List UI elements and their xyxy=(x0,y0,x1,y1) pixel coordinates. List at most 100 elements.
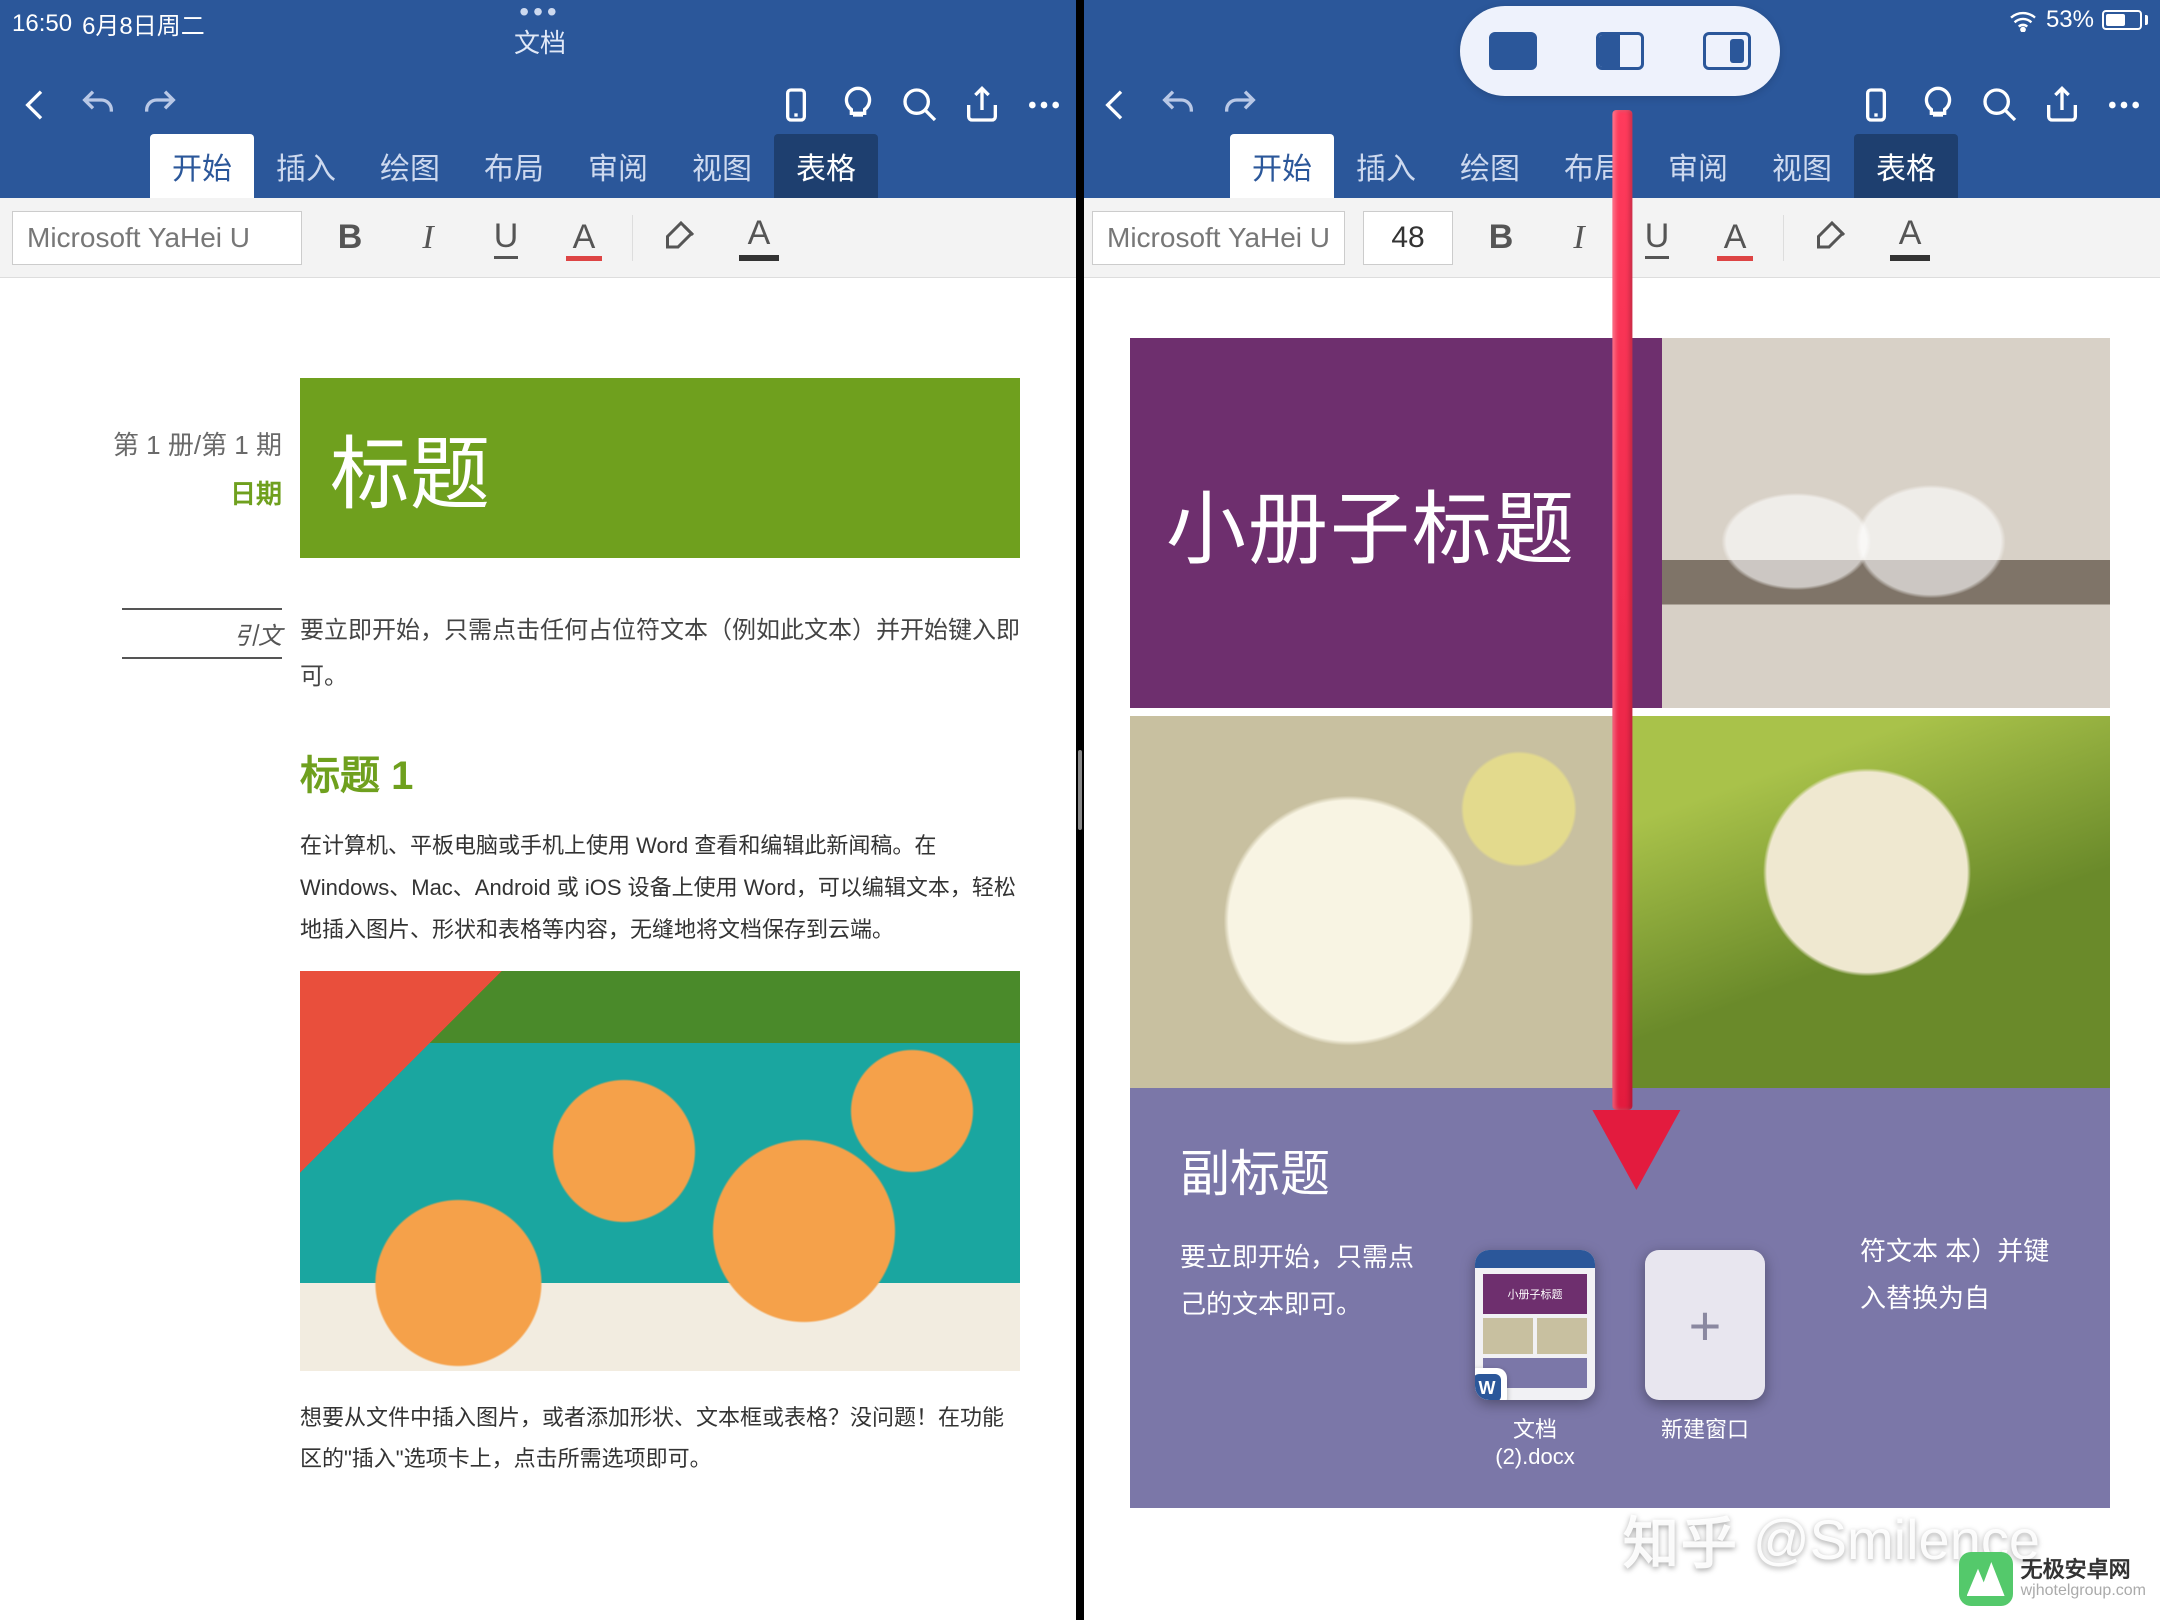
gallery-image-pasta[interactable] xyxy=(1130,708,1616,1088)
font-color-button[interactable]: A xyxy=(554,211,614,265)
back-button[interactable] xyxy=(8,77,64,133)
brochure-title[interactable]: 小册子标题 xyxy=(1166,465,1576,581)
title-block[interactable]: 标题 xyxy=(300,378,1020,558)
heading-1[interactable]: 标题 1 xyxy=(300,743,1020,801)
dock-thumb-label-2: (2).docx xyxy=(1470,1444,1600,1470)
date-label[interactable]: 日期 xyxy=(230,474,282,511)
mobile-view-button[interactable] xyxy=(1848,77,1904,133)
wifi-icon xyxy=(2008,8,2038,32)
mt-splitview-icon[interactable] xyxy=(1596,32,1644,70)
wuji-logo-icon xyxy=(1959,1552,2013,1606)
toolbar-divider xyxy=(1783,215,1784,261)
tips-button[interactable] xyxy=(1910,77,1966,133)
nav-toolbar xyxy=(0,72,1080,138)
tab-table[interactable]: 表格 xyxy=(1854,134,1958,198)
dock-thumb-label-1: 文档 xyxy=(1470,1412,1600,1444)
status-time: 16:50 xyxy=(12,10,72,38)
divider-handle-icon[interactable] xyxy=(1078,750,1082,830)
ribbon-tabs-right: 开始 插入 绘图 布局 审阅 视图 表格 xyxy=(1080,138,2160,198)
tab-table[interactable]: 表格 xyxy=(774,134,878,198)
search-button[interactable] xyxy=(892,77,948,133)
underline-button[interactable]: U xyxy=(1627,211,1687,265)
tab-draw[interactable]: 绘图 xyxy=(1438,134,1542,198)
share-button[interactable] xyxy=(954,77,1010,133)
tab-review[interactable]: 审阅 xyxy=(1646,134,1750,198)
right-app-pane: 53% 开始 插入 绘图 布局 审阅 视图 表格 Microsoft YaHei… xyxy=(1080,0,2160,1620)
undo-button[interactable] xyxy=(70,77,126,133)
left-app-pane: 16:50 6月8日周二 ••• 文档 开始 插入 绘图 布局 审阅 视图 表格… xyxy=(0,0,1080,1620)
word-app-badge-icon: W xyxy=(1475,1368,1507,1400)
redo-button[interactable] xyxy=(132,77,188,133)
tab-draw[interactable]: 绘图 xyxy=(358,134,462,198)
content-image-apricots[interactable] xyxy=(300,971,1020,1371)
tab-view[interactable]: 视图 xyxy=(1750,134,1854,198)
tab-layout[interactable]: 布局 xyxy=(1542,134,1646,198)
back-button[interactable] xyxy=(1088,77,1144,133)
quote-label[interactable]: 引文 xyxy=(122,608,282,659)
split-view-divider[interactable] xyxy=(1076,0,1084,1620)
body-para-2[interactable]: 想要从文件中插入图片，或者添加形状、文本框或表格？没问题！在功能区的"插入"选项… xyxy=(300,1397,1020,1481)
undo-button[interactable] xyxy=(1150,77,1206,133)
title-text[interactable]: 标题 xyxy=(330,410,490,526)
italic-button[interactable]: I xyxy=(1549,211,1609,265)
search-button[interactable] xyxy=(1972,77,2028,133)
tips-button[interactable] xyxy=(830,77,886,133)
font-family-select[interactable]: Microsoft YaHei U xyxy=(12,211,302,265)
tab-layout[interactable]: 布局 xyxy=(462,134,566,198)
underline-button[interactable]: U xyxy=(476,211,536,265)
bold-button[interactable]: B xyxy=(320,211,380,265)
more-button[interactable] xyxy=(2096,77,2152,133)
quote-text[interactable]: 要立即开始，只需点击任何占位符文本（例如此文本）并开始键入即可。 xyxy=(300,608,1020,699)
menu-dots-icon[interactable]: ••• xyxy=(514,4,566,21)
tab-review[interactable]: 审阅 xyxy=(566,134,670,198)
text-style-button[interactable]: A xyxy=(729,211,789,265)
tab-home[interactable]: 开始 xyxy=(1230,134,1334,198)
ribbon-tabs: 开始 插入 绘图 布局 审阅 视图 表格 xyxy=(0,138,1080,198)
document-canvas-right[interactable]: 小册子标题 副标题 要立即开始，只需点 己的文本即可。 符文本 本）并键入替换为… xyxy=(1080,278,2160,1620)
redo-button[interactable] xyxy=(1212,77,1268,133)
dock-thumb-document[interactable]: 小册子标题 W 文档 (2).docx xyxy=(1470,1250,1600,1470)
multitask-control[interactable] xyxy=(1460,6,1780,96)
subtitle-block[interactable]: 副标题 要立即开始，只需点 己的文本即可。 符文本 本）并键入替换为自 小册子标… xyxy=(1130,1088,2110,1508)
more-button[interactable] xyxy=(1016,77,1072,133)
mt-fullscreen-icon[interactable] xyxy=(1489,32,1537,70)
hero-image-glasses[interactable] xyxy=(1662,338,2110,708)
tab-view[interactable]: 视图 xyxy=(670,134,774,198)
document-title-area[interactable]: ••• 文档 xyxy=(514,4,566,60)
font-size-select[interactable]: 48 xyxy=(1363,211,1453,265)
text-style-button[interactable]: A xyxy=(1880,211,1940,265)
font-family-select[interactable]: Microsoft YaHei U xyxy=(1092,211,1345,265)
sub-body-1a[interactable]: 要立即开始，只需点 xyxy=(1180,1242,1414,1272)
wuji-name: 无极安卓网 xyxy=(2021,1557,2146,1582)
body-para-1[interactable]: 在计算机、平板电脑或手机上使用 Word 查看和编辑此新闻稿。在 Windows… xyxy=(300,825,1020,950)
issue-number[interactable]: 第 1 册/第 1 期 xyxy=(113,425,282,462)
sub-body-2a[interactable]: 符文本 xyxy=(1860,1236,1938,1266)
toolbar-divider xyxy=(632,215,633,261)
highlight-button[interactable] xyxy=(651,211,711,265)
format-toolbar: Microsoft YaHei U B I U A A xyxy=(0,198,1080,278)
gallery-image-salad[interactable] xyxy=(1616,708,2110,1088)
mobile-view-button[interactable] xyxy=(768,77,824,133)
font-color-button[interactable]: A xyxy=(1705,211,1765,265)
bold-button[interactable]: B xyxy=(1471,211,1531,265)
share-button[interactable] xyxy=(2034,77,2090,133)
tab-insert[interactable]: 插入 xyxy=(254,134,358,198)
watermark-wuji: 无极安卓网 wjhotelgroup.com xyxy=(1959,1552,2146,1606)
document-canvas[interactable]: 第 1 册/第 1 期 日期 标题 引文 要立即开始，只需点击任何占位符文本（例… xyxy=(0,278,1080,1620)
italic-button[interactable]: I xyxy=(398,211,458,265)
status-bar: 16:50 6月8日周二 ••• 文档 xyxy=(0,0,1080,72)
tab-home[interactable]: 开始 xyxy=(150,134,254,198)
wuji-url: wjhotelgroup.com xyxy=(2021,1582,2146,1600)
mt-slideover-icon[interactable] xyxy=(1703,32,1751,70)
brochure-title-block[interactable]: 小册子标题 xyxy=(1130,338,1662,708)
format-toolbar-right: Microsoft YaHei U 48 B I U A A xyxy=(1080,198,2160,278)
dock-new-label: 新建窗口 xyxy=(1640,1412,1770,1444)
tab-insert[interactable]: 插入 xyxy=(1334,134,1438,198)
highlight-button[interactable] xyxy=(1802,211,1862,265)
dock-thumb-new-window[interactable]: + 新建窗口 xyxy=(1640,1250,1770,1444)
status-date: 6月8日周二 xyxy=(82,6,205,41)
subtitle-text[interactable]: 副标题 xyxy=(1180,1134,2060,1206)
sub-body-1b[interactable]: 己的文本即可。 xyxy=(1180,1289,1362,1319)
document-title: 文档 xyxy=(514,23,566,60)
plus-icon: + xyxy=(1689,1293,1722,1358)
